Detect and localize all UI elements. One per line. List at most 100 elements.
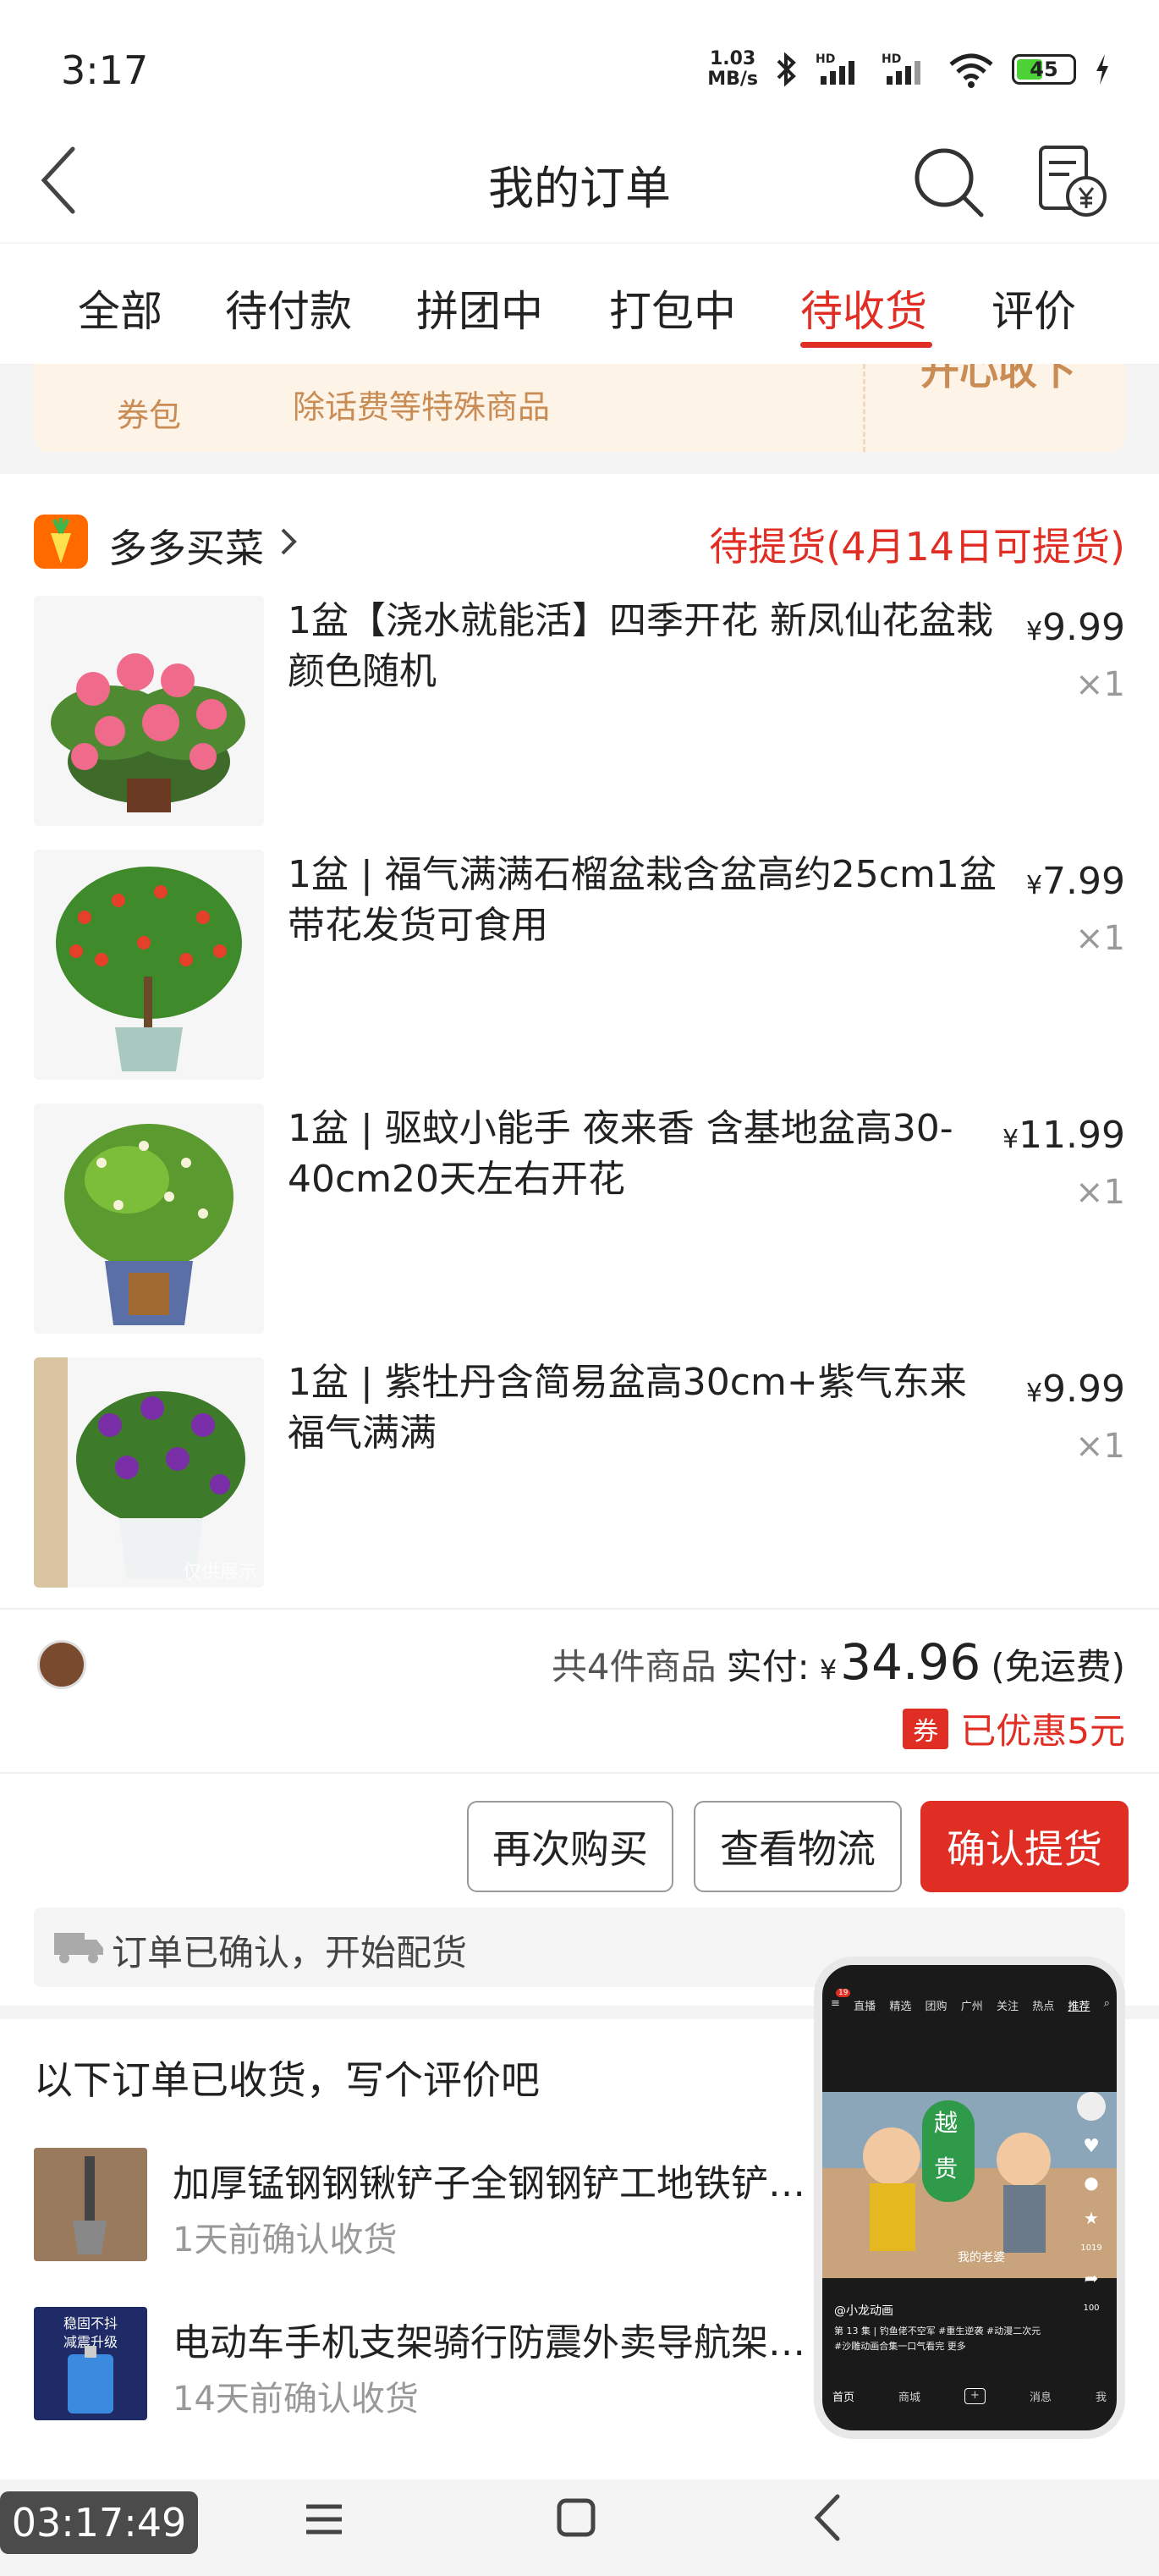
wifi-icon <box>949 53 993 88</box>
item-count: 共4件商品 <box>551 1646 717 1687</box>
order-status: 待提货(4月14日可提货) <box>709 524 1125 570</box>
product-price: ¥9.99 <box>1025 606 1125 649</box>
order-summary: 共4件商品 实付: ¥34.96 (免运费) <box>552 1633 1125 1691</box>
shovel-image <box>34 2148 147 2261</box>
active-tab-indicator <box>800 342 932 348</box>
confirm-pickup-button[interactable]: 确认提货 <box>920 1801 1129 1892</box>
carrot-icon <box>51 518 71 564</box>
coupon-strip[interactable]: 券包 除话费等特殊商品 开心收下 <box>34 364 1125 452</box>
total-amount: 34.96 <box>840 1633 981 1691</box>
svg-text:HD: HD <box>882 52 901 66</box>
video-caption: 第 13 集 | 钓鱼佬不空军 #重生逆袭 #动漫二次元 <box>834 2326 1041 2337</box>
menu-icon[interactable]: ≡ 19 <box>831 1989 851 2013</box>
svg-text:贵: 贵 <box>934 2155 958 2182</box>
product-title[interactable]: 1盆 | 福气满满石榴盆栽含盆高约25cm1盆带花发货可食用 <box>288 850 998 951</box>
currency-symbol: ¥ <box>819 1654 838 1686</box>
tab-all[interactable]: 全部 <box>78 278 162 339</box>
product-quantity: ×1 <box>1075 1427 1125 1466</box>
video-author: @小龙动画 <box>834 2304 893 2318</box>
product-title[interactable]: 1盆 | 紫牡丹含简易盆高30cm+紫气东来福气满满 <box>288 1357 998 1459</box>
share-icon[interactable]: ➦ <box>1085 2268 1099 2288</box>
product-quantity: ×1 <box>1075 665 1125 704</box>
video-bottom-nav: 首页 商城 + 消息 我 <box>832 2388 1107 2404</box>
invoice-icon[interactable] <box>1035 144 1108 218</box>
signal-icon-2: HD <box>882 52 920 85</box>
night-jasmine-plant <box>64 1124 233 1325</box>
product-image-pink-flower[interactable] <box>34 596 264 826</box>
tab-to-receive[interactable]: 待收货 <box>800 278 927 339</box>
order-tabs: 全部 待付款 拼团中 打包中 待收货 评价 <box>0 244 1159 365</box>
back-icon[interactable] <box>810 2493 844 2542</box>
review-item-thumb <box>34 2148 147 2261</box>
svg-text:越: 越 <box>934 2109 958 2137</box>
paid-label: 实付: <box>726 1646 810 1687</box>
tab-group-buy[interactable]: 拼团中 <box>416 278 543 339</box>
review-item-title: 电动车手机支架骑行防震外卖导航架… <box>173 2321 805 2364</box>
review-item-title: 加厚锰钢钢锹铲子全钢钢铲工地铁铲… <box>173 2162 805 2205</box>
store-logo <box>34 515 88 569</box>
coupon-badge: 券 <box>903 1708 949 1749</box>
coupon-accept-text[interactable]: 开心收下 <box>920 364 1076 396</box>
menu-icon[interactable] <box>303 2498 345 2540</box>
signal-icon: HD <box>816 52 854 85</box>
net-speed: 1.03 MB/s <box>707 48 758 90</box>
review-item-sub: 14天前确认收货 <box>173 2380 419 2419</box>
charging-icon <box>1096 54 1108 85</box>
battery-level: 45 <box>1030 58 1058 81</box>
product-image-purple-peony[interactable]: 仅供展示 <box>34 1357 264 1588</box>
product-price: ¥11.99 <box>1002 1114 1125 1157</box>
bluetooth-icon <box>777 52 796 87</box>
battery-icon: 45 <box>1012 54 1076 85</box>
video-top-tabs: ≡ 19 直播 精选 团购 广州 关注 热点 推荐 ⌕ <box>831 1989 1110 2013</box>
divider <box>0 1772 1159 1774</box>
home-icon[interactable] <box>555 2496 597 2539</box>
phone-holder-image <box>68 2346 113 2414</box>
product-quantity: ×1 <box>1075 919 1125 958</box>
store-name[interactable]: 多多买菜 <box>108 518 264 574</box>
product-image-night-jasmine[interactable] <box>34 1104 264 1334</box>
search-icon[interactable]: ⌕ <box>1104 1997 1110 2013</box>
review-heading: 以下订单已收货，写个评价吧 <box>34 2057 540 2103</box>
product-image-pomegranate[interactable] <box>34 850 264 1080</box>
video-caption-2: #沙雕动画合集一口气看完 更多 <box>834 2341 966 2352</box>
heart-icon[interactable]: ♥ <box>1083 2136 1100 2157</box>
svg-text:HD: HD <box>816 52 835 66</box>
status-time: 3:17 <box>61 47 149 93</box>
product-price: ¥9.99 <box>1025 1368 1125 1411</box>
coupon-note: 除话费等特殊商品 <box>293 388 551 426</box>
pomegranate-plant <box>56 867 242 1071</box>
coupon-divider <box>863 364 865 452</box>
rebuy-button[interactable]: 再次购买 <box>467 1801 673 1892</box>
coupon-pack-label: 券包 <box>117 397 182 434</box>
video-frame: 越 贵 我的老婆 <box>822 2092 1117 2278</box>
svg-text:我的老婆: 我的老婆 <box>958 2251 1005 2265</box>
view-logistics-button[interactable]: 查看物流 <box>694 1801 902 1892</box>
product-title[interactable]: 1盆【浇水就能活】四季开花 新凤仙花盆栽 颜色随机 <box>288 596 998 697</box>
product-title[interactable]: 1盆 | 驱蚊小能手 夜来香 含基地盆高30-40cm20天左右开花 <box>288 1104 998 1205</box>
tab-packing[interactable]: 打包中 <box>609 278 736 339</box>
avatar <box>37 1640 86 1689</box>
search-icon[interactable] <box>910 144 986 220</box>
comment-icon[interactable]: ● <box>1084 2172 1098 2193</box>
image-watermark: 仅供展示 <box>182 1562 257 1583</box>
chevron-right-icon[interactable] <box>279 526 298 557</box>
pink-flower-plant <box>51 653 245 812</box>
divider <box>0 1608 1159 1610</box>
cartoon-scene: 越 贵 我的老婆 <box>822 2092 1117 2278</box>
screen-clock: 03:17:49 <box>0 2491 198 2554</box>
discount-text: 已优惠5元 <box>960 1710 1125 1752</box>
truck-icon <box>54 1933 103 1963</box>
review-item-thumb: 稳固不抖 减震升级 <box>34 2307 147 2420</box>
floating-video-window[interactable]: ≡ 19 直播 精选 团购 广州 关注 热点 推荐 ⌕ 越 贵 我的老婆 ♥ ● … <box>814 1957 1125 2439</box>
purple-peony-plant <box>34 1357 245 1588</box>
status-icons: 1.03 MB/s HD HD 45 <box>707 49 1112 90</box>
logistics-status: 订单已确认，开始配货 <box>112 1932 468 1973</box>
video-side-actions: ♥ ● ★ 1019 ➦ 100 <box>1074 2092 1108 2313</box>
discount-row: 券 已优惠5元 <box>903 1703 1125 1754</box>
avatar[interactable] <box>1077 2092 1106 2121</box>
product-quantity: ×1 <box>1075 1173 1125 1212</box>
tab-pending-payment[interactable]: 待付款 <box>225 278 352 339</box>
star-icon[interactable]: ★ <box>1084 2208 1099 2228</box>
tab-review[interactable]: 评价 <box>991 278 1076 339</box>
product-price: ¥7.99 <box>1025 860 1125 903</box>
